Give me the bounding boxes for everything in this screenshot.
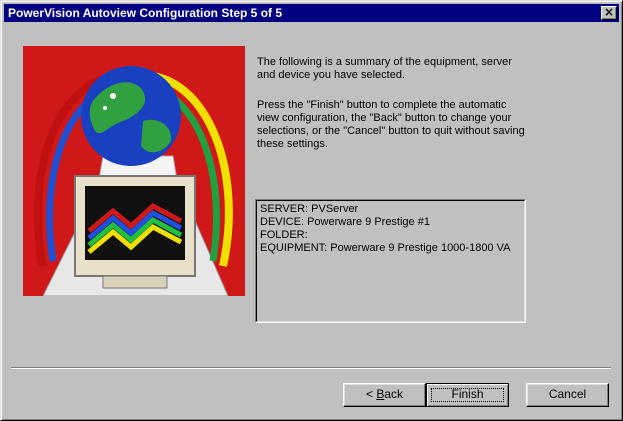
summary-device: DEVICE: Powerware 9 Prestige #1 — [260, 216, 430, 228]
summary-folder: FOLDER: — [260, 229, 308, 241]
finish-label: Finish — [451, 387, 484, 401]
cancel-button[interactable]: Cancel — [526, 383, 609, 407]
back-label-prefix: < — [365, 387, 377, 401]
finish-button[interactable]: Finish — [426, 383, 509, 407]
window-title: PowerVision Autoview Configuration Step … — [8, 6, 283, 20]
dialog-window: PowerVision Autoview Configuration Step … — [0, 0, 623, 421]
summary-box[interactable]: SERVER: PVServer DEVICE: Powerware 9 Pre… — [255, 199, 526, 323]
back-button[interactable]: < Back — [343, 383, 426, 407]
instructions-text: Press the "Finish" button to complete th… — [257, 99, 525, 150]
cancel-label: Cancel — [548, 387, 587, 401]
back-label-rest: ack — [384, 387, 404, 401]
summary-server: SERVER: PVServer — [260, 203, 359, 215]
title-bar[interactable]: PowerVision Autoview Configuration Step … — [4, 4, 619, 22]
button-separator — [11, 367, 611, 369]
globe-monitor-icon — [23, 46, 245, 296]
summary-intro-text: The following is a summary of the equipm… — [257, 56, 512, 81]
summary-equipment: EQUIPMENT: Powerware 9 Prestige 1000-180… — [260, 242, 511, 254]
close-icon: × — [603, 5, 615, 19]
close-button[interactable]: × — [601, 6, 617, 20]
